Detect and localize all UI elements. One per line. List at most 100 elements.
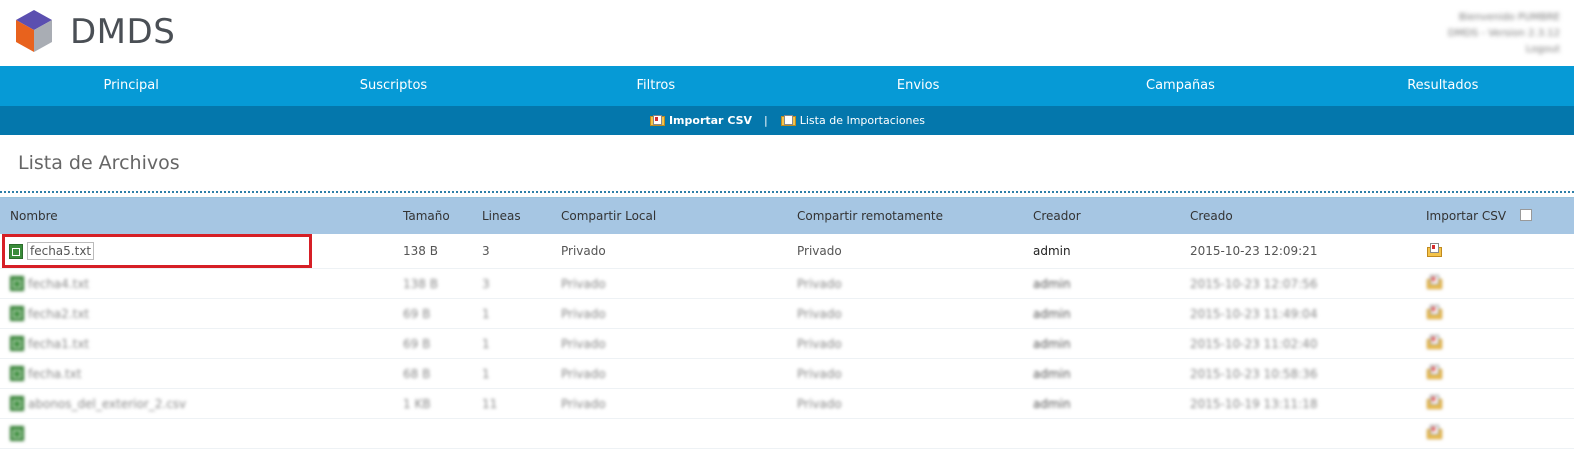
table-row[interactable]: abonos_del_exterior_2.csv 1 KB 11 Privad… [0,388,1574,419]
table-row[interactable]: fecha.txt 68 B 1 Privado Privado admin 2… [0,358,1574,389]
highlight-box: fecha5.txt [2,234,312,268]
import-action-cell [1416,328,1510,359]
file-lines: 11 [472,388,551,419]
file-size: 68 B [393,358,472,389]
select-all-cell [1510,198,1574,234]
col-lineas[interactable]: Lineas [472,198,551,234]
import-action-cell [1416,268,1510,299]
app-header: DMDS Bienvenido PUMBRE DMDS - Version 2.… [0,0,1574,66]
subnav-separator: | [764,114,768,127]
row-empty-cell [1510,418,1574,449]
spreadsheet-icon [10,336,24,351]
col-compartir-remotamente[interactable]: Compartir remotamente [787,198,1023,234]
logout-link[interactable]: Logout [1448,42,1560,58]
file-name-link[interactable]: fecha1.txt [28,337,89,351]
import-csv-link[interactable]: Importar CSV [649,114,752,127]
col-tamano[interactable]: Tamaño [393,198,472,234]
table-row[interactable]: fecha4.txt 138 B 3 Privado Privado admin… [0,268,1574,299]
created-date: 2015-10-23 12:07:56 [1180,268,1416,299]
import-csv-icon[interactable] [1426,395,1442,409]
import-csv-icon[interactable] [1426,242,1442,257]
spreadsheet-icon [10,276,24,291]
file-name-link[interactable]: fecha5.txt [27,242,95,260]
nav-resultados[interactable]: Resultados [1312,66,1574,106]
user-info: Bienvenido PUMBRE DMDS - Version 2.3.12 … [1448,10,1560,58]
dotted-divider [0,191,1574,198]
row-empty-cell [1510,268,1574,299]
spreadsheet-icon [10,366,24,381]
created-date: 2015-10-23 11:02:40 [1180,328,1416,359]
col-creador[interactable]: Creador [1023,198,1180,234]
import-action-cell [1416,298,1510,329]
file-size: 1 KB [393,388,472,419]
file-size [393,418,472,449]
created-date: 2015-10-23 11:49:04 [1180,298,1416,329]
file-name-cell [0,418,393,449]
share-local: Privado [551,328,787,359]
nav-filtros[interactable]: Filtros [525,66,787,106]
spreadsheet-icon [10,426,24,441]
import-action-cell [1416,388,1510,419]
import-list-label: Lista de Importaciones [799,114,926,127]
import-action-cell [1416,358,1510,389]
import-csv-icon[interactable] [1426,365,1442,379]
share-local: Privado [551,358,787,389]
share-local: Privado [551,234,787,269]
file-name-link[interactable]: fecha4.txt [28,277,89,291]
share-local: Privado [551,388,787,419]
file-name-link[interactable]: fecha.txt [28,367,82,381]
table-row[interactable]: fecha2.txt 69 B 1 Privado Privado admin … [0,298,1574,329]
creator: admin [1023,388,1180,419]
import-csv-label: Importar CSV [668,114,753,127]
file-name-cell: fecha2.txt [0,298,393,329]
creator: admin [1023,298,1180,329]
file-name-link[interactable]: abonos_del_exterior_2.csv [28,397,186,411]
file-size: 138 B [393,268,472,299]
brand-name: DMDS [70,12,176,52]
main-nav: Principal Suscriptos Filtros Envios Camp… [0,66,1574,106]
col-compartir-local[interactable]: Compartir Local [551,198,787,234]
select-all-checkbox[interactable] [1520,208,1532,221]
col-nombre[interactable]: Nombre [0,198,393,234]
nav-envios[interactable]: Envios [787,66,1049,106]
share-local [551,418,787,449]
import-csv-icon[interactable] [1426,335,1442,349]
table-row[interactable] [0,418,1574,449]
import-list-link[interactable]: Lista de Importaciones [780,114,925,127]
file-name-cell: fecha4.txt [0,268,393,299]
import-action-cell [1416,418,1510,449]
share-remote: Privado [787,298,1023,329]
col-creado[interactable]: Creado [1180,198,1416,234]
nav-campanas[interactable]: Campañas [1049,66,1311,106]
creator: admin [1023,358,1180,389]
created-date [1180,418,1416,449]
table-row[interactable]: fecha5.txt 138 B 3 Privado Privado admin… [0,234,1574,269]
file-lines: 1 [472,298,551,329]
import-csv-icon[interactable] [1426,425,1442,439]
sub-nav: Importar CSV | Lista de Importaciones [0,106,1574,135]
table-row[interactable]: fecha1.txt 69 B 1 Privado Privado admin … [0,328,1574,359]
import-csv-icon[interactable] [1426,305,1442,319]
file-size: 69 B [393,298,472,329]
file-name-cell: abonos_del_exterior_2.csv [0,388,393,419]
share-local: Privado [551,298,787,329]
creator: admin [1023,234,1180,269]
row-empty-cell [1510,298,1574,329]
row-empty-cell [1510,234,1574,269]
row-empty-cell [1510,388,1574,419]
nav-suscriptos[interactable]: Suscriptos [262,66,524,106]
user-welcome: Bienvenido PUMBRE [1458,12,1560,23]
file-name-link[interactable]: fecha2.txt [28,307,89,321]
import-csv-icon[interactable] [1426,275,1442,289]
share-remote: Privado [787,358,1023,389]
share-remote: Privado [787,388,1023,419]
share-local: Privado [551,268,787,299]
logo[interactable]: DMDS [12,8,175,56]
file-name-cell: fecha5.txt [0,234,393,269]
row-empty-cell [1510,358,1574,389]
table-header-row: Nombre Tamaño Lineas Compartir Local Com… [0,198,1574,234]
nav-principal[interactable]: Principal [0,66,262,106]
created-date: 2015-10-19 13:11:18 [1180,388,1416,419]
file-lines: 3 [472,268,551,299]
file-name-cell: fecha.txt [0,358,393,389]
